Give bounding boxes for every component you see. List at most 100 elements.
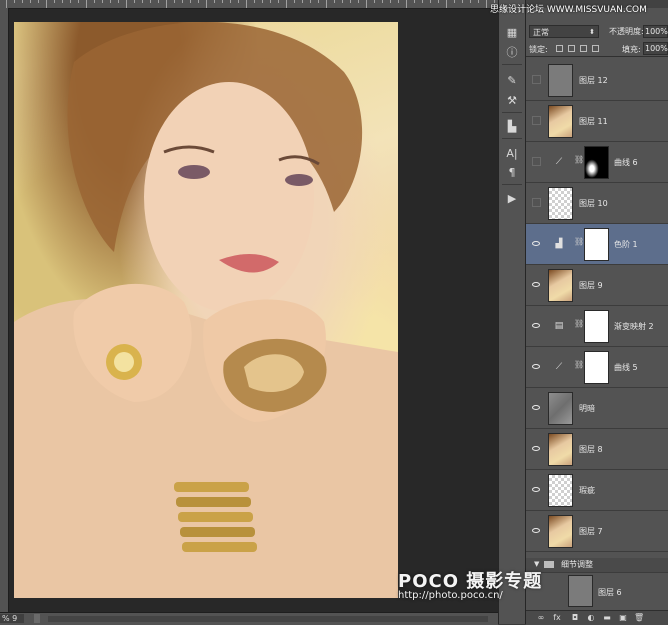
visibility-toggle[interactable] (532, 198, 541, 207)
toolbar-divider (502, 64, 522, 65)
ruler-tick (118, 0, 119, 3)
layer-mask-thumbnail[interactable] (584, 351, 609, 384)
layer-row[interactable]: 图层 11 (526, 101, 668, 142)
layer-name: 曲线 6 (614, 158, 638, 167)
layer-row[interactable]: 图层 8 (526, 429, 668, 470)
eye-icon[interactable] (531, 239, 541, 247)
layer-row[interactable]: 明暗 (526, 388, 668, 429)
layer-thumbnail[interactable] (548, 515, 573, 548)
portrait-illustration (14, 22, 398, 598)
lock-transparent-icon[interactable] (556, 45, 563, 52)
fill-field[interactable]: 100% (643, 42, 668, 55)
new-layer-icon[interactable]: ▣ (618, 613, 628, 623)
ruler-tick (350, 0, 351, 3)
layer-thumbnail[interactable] (548, 187, 573, 220)
ruler-tick (46, 0, 47, 8)
link-icon[interactable]: ⛓ (574, 237, 584, 246)
lock-position-icon[interactable] (580, 45, 587, 52)
fx-icon[interactable]: fx (552, 613, 562, 623)
chevron-down-icon: ⬍ (589, 28, 595, 36)
eye-icon[interactable] (531, 485, 541, 493)
ruler-tick (302, 0, 303, 3)
eye-icon[interactable] (531, 444, 541, 452)
new-group-icon[interactable]: ▬ (602, 613, 612, 623)
vertical-ruler[interactable] (0, 8, 9, 612)
opacity-field[interactable]: 100% (643, 25, 668, 38)
layers-panel: 正常 ⬍ 不透明度: 100% 锁定: 填充: 100% 图层 12 图层 11 ⟋… (526, 0, 668, 625)
layer-name: 图层 6 (598, 588, 622, 597)
horizontal-ruler[interactable] (0, 0, 498, 9)
lock-all-icon[interactable] (592, 45, 599, 52)
visibility-toggle[interactable] (532, 116, 541, 125)
ruler-tick (294, 0, 295, 3)
link-layers-icon[interactable]: ∞ (536, 613, 546, 623)
layer-row[interactable]: 图层 6 (526, 572, 668, 610)
layer-mask-thumbnail[interactable] (584, 310, 609, 343)
character-icon[interactable]: A| (503, 145, 521, 161)
horizontal-scrollbar[interactable] (48, 616, 488, 622)
ruler-tick (22, 0, 23, 3)
layer-thumbnail[interactable] (548, 64, 573, 97)
layer-row[interactable]: ▟ ⛓ 色阶 1 (526, 224, 668, 265)
toolbar-divider (502, 184, 522, 185)
layer-row[interactable]: ▤ ⛓ 渐变映射 2 (526, 306, 668, 347)
add-mask-icon[interactable]: ◘ (570, 613, 580, 623)
eye-icon[interactable] (531, 403, 541, 411)
trash-icon[interactable]: 🗑 (634, 613, 644, 623)
document-image[interactable] (14, 22, 398, 598)
zoom-field[interactable]: % 9 (0, 614, 24, 623)
visibility-toggle[interactable] (532, 75, 541, 84)
layer-row[interactable]: 图层 12 (526, 60, 668, 101)
layer-row[interactable]: ⟋ ⛓ 曲线 5 (526, 347, 668, 388)
eye-icon[interactable] (531, 280, 541, 288)
layer-row[interactable]: 图层 7 (526, 511, 668, 552)
actions-play-icon[interactable]: ▶ (503, 190, 521, 206)
ruler-tick (158, 0, 159, 3)
layer-mask-thumbnail[interactable] (584, 146, 609, 179)
ruler-tick (30, 0, 31, 3)
status-bar: % 9 (0, 612, 498, 625)
eye-icon[interactable] (531, 321, 541, 329)
gradient-map-icon: ▤ (554, 321, 564, 331)
layer-row[interactable]: 图层 10 (526, 183, 668, 224)
new-adjustment-icon[interactable]: ◐ (586, 613, 596, 623)
eye-icon[interactable] (531, 526, 541, 534)
eye-icon[interactable] (531, 362, 541, 370)
ruler-tick (198, 0, 199, 3)
blend-mode-select[interactable]: 正常 ⬍ (529, 25, 599, 38)
layer-row[interactable]: 瑕疵 (526, 470, 668, 511)
ruler-tick (70, 0, 71, 3)
layer-name: 图层 7 (579, 527, 603, 536)
paragraph-icon[interactable]: ¶ (503, 164, 521, 180)
brush-preset-icon[interactable]: ✎ (503, 72, 521, 88)
layer-row[interactable]: 图层 9 (526, 265, 668, 306)
link-icon[interactable]: ⛓ (574, 319, 584, 328)
info-icon[interactable]: ⓘ (503, 44, 521, 60)
ruler-tick (454, 0, 455, 3)
lock-image-icon[interactable] (568, 45, 575, 52)
visibility-toggle[interactable] (532, 157, 541, 166)
toolbar-divider (502, 138, 522, 139)
ruler-tick (230, 0, 231, 3)
group-name: 细节调整 (561, 560, 593, 569)
watermark-site: 思缘设计论坛 WWW.MISSVUAN.COM (490, 5, 647, 15)
layer-thumbnail[interactable] (548, 392, 573, 425)
tool-preset-icon[interactable]: ⚒ (503, 92, 521, 108)
link-icon[interactable]: ⛓ (574, 360, 584, 369)
layer-thumbnail[interactable] (548, 433, 573, 466)
layer-row[interactable]: ⟋ ⛓ 曲线 6 (526, 142, 668, 183)
status-menu-arrow[interactable] (34, 614, 40, 623)
ruler-tick (358, 0, 359, 3)
ruler-tick (486, 0, 487, 8)
link-icon[interactable]: ⛓ (574, 155, 584, 164)
history-icon[interactable]: ▦ (503, 24, 521, 40)
ruler-tick (430, 0, 431, 3)
layer-thumbnail[interactable] (548, 474, 573, 507)
layer-thumbnail[interactable] (548, 105, 573, 138)
clone-source-icon[interactable]: ▙ (503, 118, 521, 134)
layer-mask-thumbnail[interactable] (584, 228, 609, 261)
document-canvas-area[interactable]: % 9 (0, 0, 498, 625)
layer-thumbnail[interactable] (548, 269, 573, 302)
ruler-tick (470, 0, 471, 3)
layer-group-row[interactable]: ▼ 细节调整 (526, 558, 668, 573)
